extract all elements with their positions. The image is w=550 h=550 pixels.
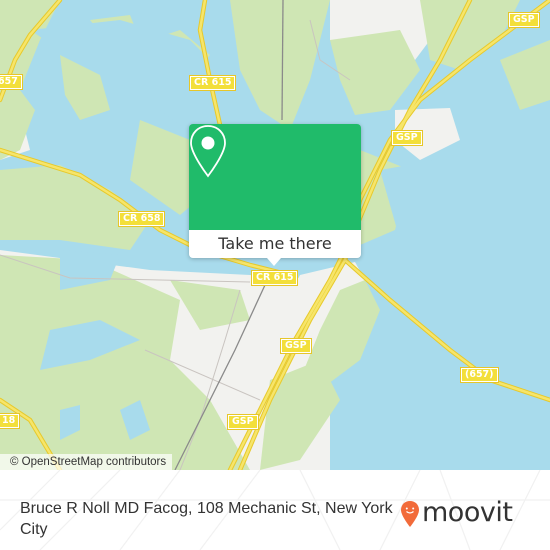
moovit-wordmark: moovit xyxy=(422,497,513,528)
location-address: Bruce R Noll MD Facog, 108 Mechanic St, … xyxy=(20,500,393,538)
footer: Bruce R Noll MD Facog, 108 Mechanic St, … xyxy=(0,470,550,550)
popup-pointer xyxy=(267,258,281,266)
road-shield-cr615: CR 615 xyxy=(250,270,299,286)
road-shield-gsp: GSP xyxy=(391,130,423,146)
location-popup: Take me there xyxy=(189,124,361,266)
take-me-there-button[interactable]: Take me there xyxy=(189,230,361,258)
road-shield-cr615-north: CR 615 xyxy=(188,75,237,91)
map-view[interactable]: CR 615 CR 658 CR 615 GSP GSP GSP GSP (65… xyxy=(0,0,550,470)
map-pin-icon xyxy=(190,125,226,178)
road-shield-gsp: GSP xyxy=(280,338,312,354)
road-shield-657-west: 657 xyxy=(0,74,23,90)
road-shield-657: (657) xyxy=(460,367,499,383)
road-shield-618: 18 xyxy=(0,413,21,429)
road-shield-gsp: GSP xyxy=(227,414,259,430)
road-shield-gsp: GSP xyxy=(508,12,540,28)
moovit-pin-icon xyxy=(401,501,419,527)
popup-header xyxy=(189,124,361,230)
road-shield-cr658: CR 658 xyxy=(117,211,166,227)
map-attribution[interactable]: © OpenStreetMap contributors xyxy=(0,454,173,470)
